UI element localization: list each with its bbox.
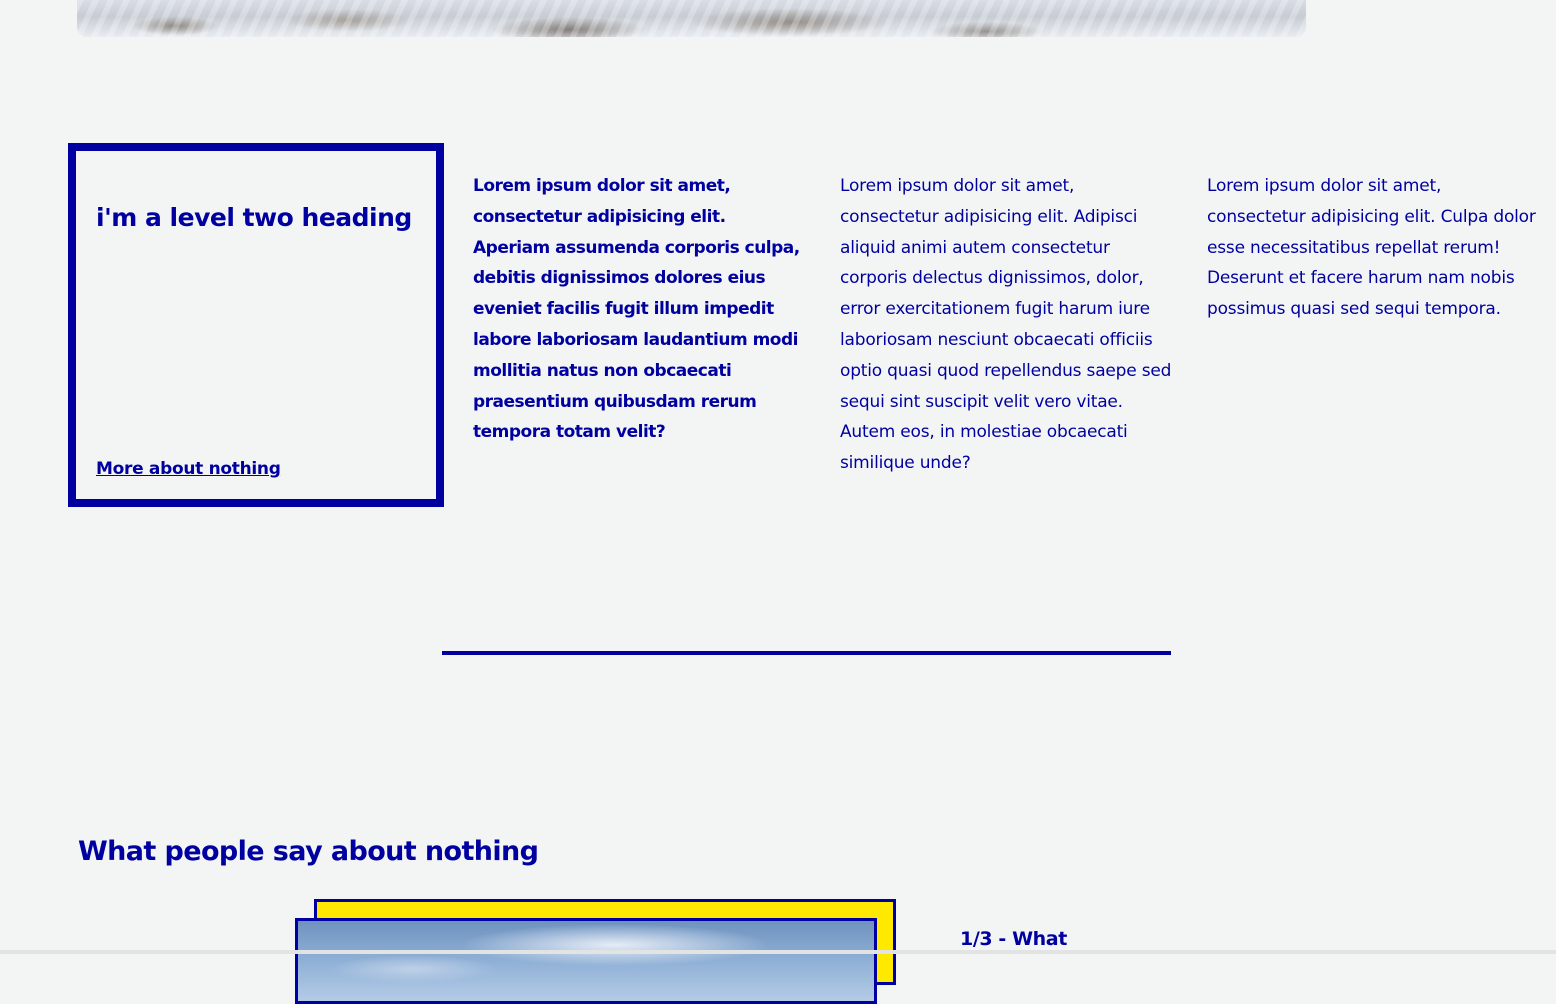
text-column-right: Lorem ipsum dolor sit amet, consectetur … — [1207, 176, 1536, 320]
viewport-bottom-edge — [0, 950, 1556, 954]
feature-card: i'm a level two heading More about nothi… — [68, 143, 444, 507]
text-column-middle: Lorem ipsum dolor sit amet, consectetur … — [840, 176, 1172, 474]
testimonial-slide-label: 1/3 - What — [960, 928, 1067, 950]
text-column-bold: Lorem ipsum dolor sit amet, consectetur … — [473, 176, 800, 443]
more-about-nothing-link[interactable]: More about nothing — [96, 459, 281, 479]
hero-image — [77, 0, 1306, 37]
testimonials-heading: What people say about nothing — [78, 836, 539, 867]
card-heading: i'm a level two heading — [96, 203, 412, 232]
section-divider — [442, 651, 1171, 655]
testimonial-photo — [295, 918, 877, 1004]
